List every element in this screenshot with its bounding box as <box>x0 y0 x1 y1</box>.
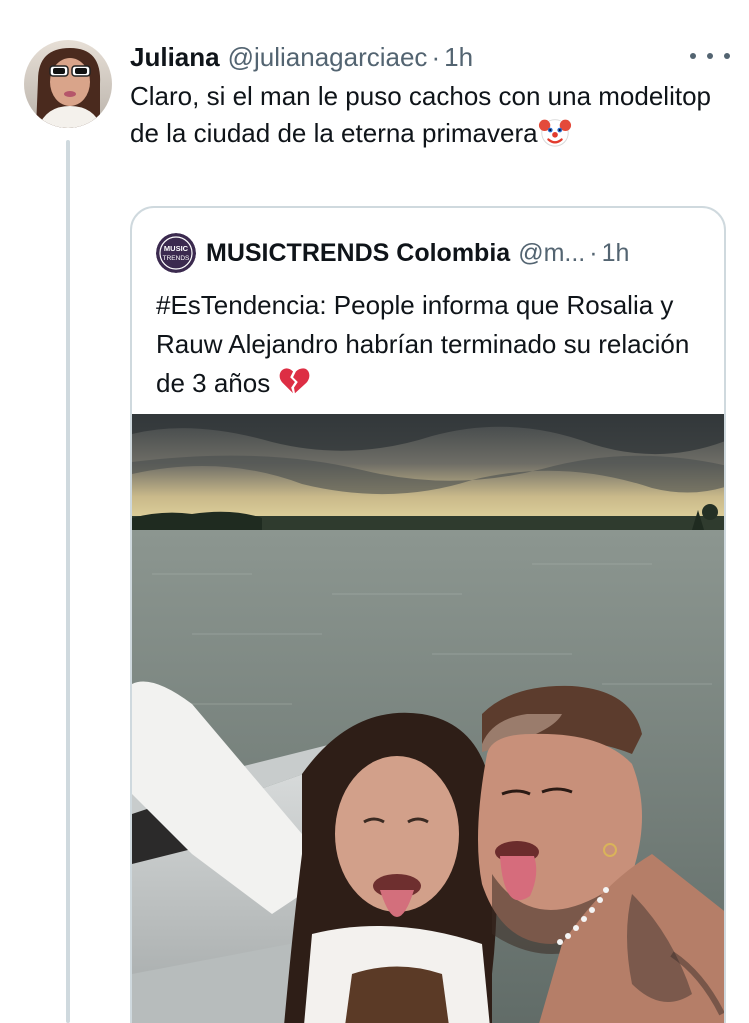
quoted-header: MUSIC TRENDS MUSICTRENDS Colombia @m... … <box>156 233 630 273</box>
more-dot <box>707 53 713 59</box>
more-dot <box>724 53 730 59</box>
quoted-text: #EsTendencia: People informa que Rosalia… <box>156 286 716 403</box>
more-icon[interactable] <box>690 46 730 66</box>
quoted-author-name[interactable]: MUSICTRENDS Colombia <box>206 239 510 268</box>
author-name[interactable]: Juliana <box>130 42 220 73</box>
quoted-photo[interactable] <box>132 414 726 1023</box>
separator-dot: · <box>431 41 441 72</box>
quoted-body: #EsTendencia: People informa que Rosalia… <box>156 290 690 398</box>
quoted-avatar-logo-text-1: MUSIC <box>164 244 189 253</box>
avatar-photo <box>24 40 112 128</box>
tweet-body: Claro, si el man le puso cachos con una … <box>130 81 711 148</box>
quoted-author-handle[interactable]: @m... <box>518 239 585 268</box>
more-dot <box>690 53 696 59</box>
thread-line <box>66 140 70 1023</box>
author-avatar[interactable] <box>24 40 112 128</box>
tweet-header: Juliana @julianagarciaec · 1h <box>130 40 473 74</box>
quoted-time[interactable]: 1h <box>602 239 630 268</box>
quoted-avatar-logo-text-2: TRENDS <box>163 255 190 262</box>
quoted-avatar[interactable]: MUSIC TRENDS <box>156 233 196 273</box>
broken-heart-icon <box>280 368 310 394</box>
quoted-tweet-card[interactable]: MUSIC TRENDS MUSICTRENDS Colombia @m... … <box>130 206 726 1023</box>
tweet-text: Claro, si el man le puso cachos con una … <box>130 78 720 151</box>
tweet-time[interactable]: 1h <box>444 42 473 73</box>
quoted-separator-dot: · <box>589 238 598 267</box>
clown-face-icon <box>538 119 571 147</box>
author-handle[interactable]: @julianagarciaec <box>228 42 428 73</box>
